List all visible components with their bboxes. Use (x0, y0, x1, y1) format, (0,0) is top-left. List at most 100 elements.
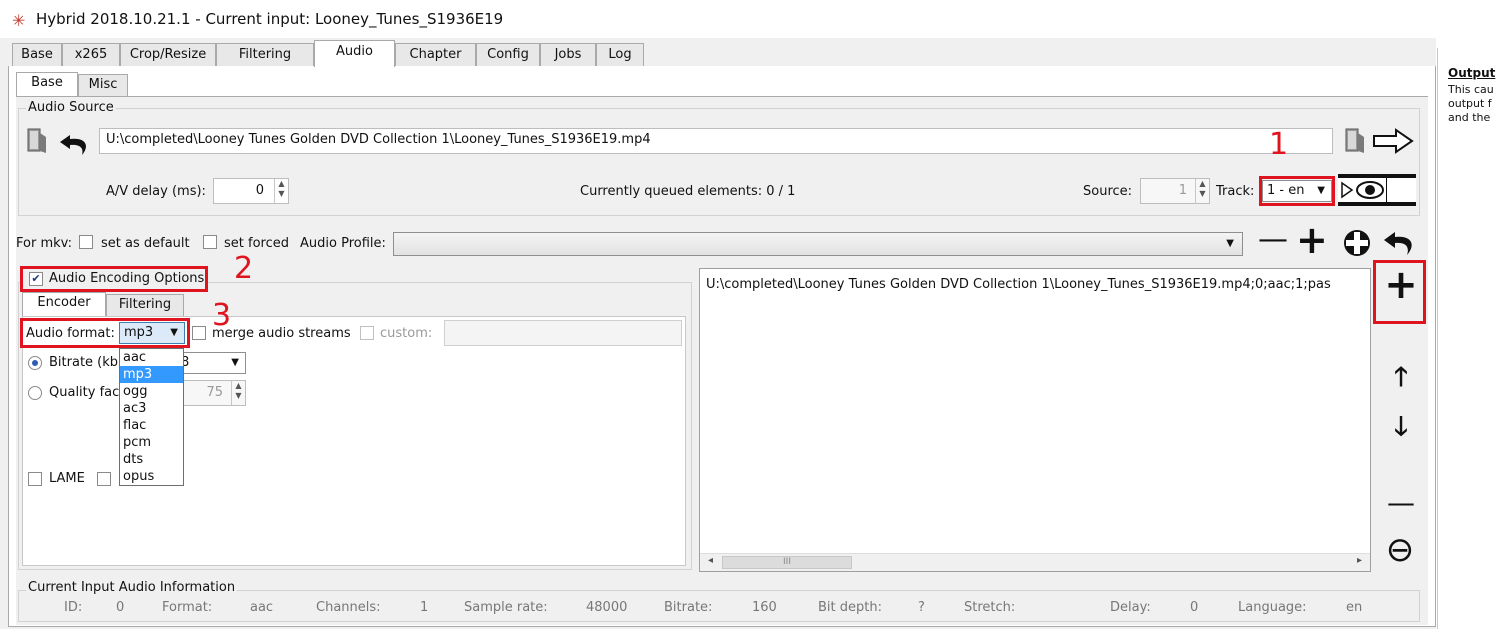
chevron-down-icon: ▼ (1226, 238, 1234, 249)
info-format-label: Format: (162, 600, 213, 615)
mkv-label: For mkv: (16, 236, 72, 251)
quality-radio[interactable] (28, 386, 42, 400)
queued-elements-text: Currently queued elements: 0 / 1 (580, 184, 796, 199)
info-channels-value: 1 (420, 600, 429, 615)
info-channels-label: Channels: (316, 600, 381, 615)
source-value: 1 (1178, 183, 1187, 198)
merge-streams-checkbox[interactable] (192, 326, 206, 340)
audio-profile-select[interactable]: ▼ (393, 232, 1243, 256)
help-line: This cau (1448, 83, 1494, 96)
extra-checkbox[interactable] (97, 472, 111, 486)
info-sample-rate-value: 48000 (586, 600, 628, 615)
help-title: Output (1448, 66, 1496, 80)
tab-jobs[interactable]: Jobs (540, 43, 596, 67)
info-bit-depth-value: ? (918, 600, 925, 615)
info-delay-value: 0 (1190, 600, 1199, 615)
set-default-checkbox[interactable] (79, 235, 93, 249)
annotation-number-1: 1 (1269, 127, 1289, 162)
lame-checkbox[interactable] (28, 472, 42, 486)
audio-profile-label: Audio Profile: (300, 236, 386, 251)
source-spin-arrows[interactable]: ▲ ▼ (1195, 179, 1209, 203)
bitrate-label: Bitrate (kbi (49, 355, 122, 370)
subtab-misc[interactable]: Misc (78, 74, 128, 96)
annotation-box-2 (20, 266, 208, 292)
custom-checkbox[interactable] (360, 326, 374, 340)
option-ac3[interactable]: ac3 (120, 400, 183, 417)
info-format-value: aac (250, 600, 274, 615)
app-logo-icon: ✳ (12, 11, 26, 30)
info-bitrate-label: Bitrate: (664, 600, 713, 615)
info-sample-rate-label: Sample rate: (464, 600, 548, 615)
clear-queue-button[interactable]: ⊖ (1382, 530, 1418, 570)
option-aac[interactable]: aac (120, 349, 183, 366)
add-profile-button[interactable]: + (1296, 218, 1328, 262)
annotation-box-3 (20, 318, 190, 348)
window-title: Hybrid 2018.10.21.1 - Current input: Loo… (36, 10, 504, 28)
custom-label: custom: (380, 326, 433, 341)
tab-base[interactable]: Base (12, 43, 62, 67)
arrow-right-icon[interactable] (1372, 127, 1416, 155)
info-language-value: en (1346, 600, 1363, 615)
source-path-field[interactable]: U:\completed\Looney Tunes Golden DVD Col… (99, 128, 1333, 154)
av-delay-spin-arrows[interactable]: ▲ ▼ (274, 179, 288, 203)
option-opus[interactable]: opus (120, 468, 183, 485)
set-forced-label: set forced (224, 236, 289, 251)
quality-spin-arrows[interactable]: ▲ ▼ (231, 381, 245, 405)
tab-log[interactable]: Log (596, 43, 644, 67)
undo-icon[interactable] (58, 129, 92, 157)
remove-from-queue-button[interactable]: — (1386, 486, 1416, 519)
help-line: and the (1448, 111, 1491, 124)
input-info-label: Current Input Audio Information (26, 580, 238, 595)
annotation-box-1 (1259, 176, 1335, 206)
option-pcm[interactable]: pcm (120, 434, 183, 451)
tab-filtering[interactable]: Filtering (216, 43, 314, 67)
audio-format-dropdown[interactable]: aac mp3 ogg ac3 flac pcm dts opus (119, 348, 184, 486)
tab-crop-resize[interactable]: Crop/Resize (120, 43, 216, 67)
tab-audio[interactable]: Audio (314, 40, 395, 67)
quality-value: 75 (206, 385, 223, 400)
undo-profile-icon[interactable] (1382, 226, 1418, 258)
source-label: Source: (1083, 184, 1133, 199)
remove-profile-button[interactable]: — (1258, 222, 1288, 257)
av-delay-label: A/V delay (ms): (106, 184, 206, 199)
track-label: Track: (1216, 184, 1255, 199)
tab-chapter[interactable]: Chapter (395, 43, 476, 67)
quality-spinbox[interactable]: 75 ▲ ▼ (180, 380, 246, 406)
move-down-button[interactable]: 🡓 (1388, 408, 1414, 452)
horizontal-scrollbar[interactable]: ◂ III ▸ (700, 553, 1370, 571)
help-line: output f (1448, 97, 1492, 110)
option-flac[interactable]: flac (120, 417, 183, 434)
set-forced-checkbox[interactable] (203, 235, 217, 249)
info-language-label: Language: (1238, 600, 1307, 615)
preview-audio-icon[interactable] (1338, 174, 1416, 206)
info-bitrate-value: 160 (752, 600, 777, 615)
set-default-label: set as default (101, 236, 190, 251)
queue-item[interactable]: U:\completed\Looney Tunes Golden DVD Col… (706, 277, 1331, 292)
scroll-right-icon[interactable]: ▸ (1357, 555, 1362, 566)
av-delay-value: 0 (255, 183, 264, 198)
lame-label: LAME (49, 471, 85, 486)
save-profile-icon[interactable] (1340, 226, 1374, 260)
custom-input[interactable] (444, 320, 682, 346)
move-up-button[interactable]: 🡑 (1388, 358, 1414, 402)
av-delay-spinbox[interactable]: 0 ▲ ▼ (213, 178, 289, 204)
annotation-box-4 (1373, 260, 1426, 324)
encoder-tab-filtering[interactable]: Filtering (106, 294, 184, 316)
source-spinbox[interactable]: 1 ▲ ▼ (1140, 178, 1210, 204)
subtab-base[interactable]: Base (16, 72, 78, 97)
title-bar: ✳ Hybrid 2018.10.21.1 - Current input: L… (0, 0, 1496, 38)
save-source-icon[interactable] (1344, 125, 1366, 155)
bitrate-radio[interactable] (28, 356, 42, 370)
scroll-left-icon[interactable]: ◂ (708, 555, 713, 566)
info-delay-label: Delay: (1110, 600, 1151, 615)
tab-x265[interactable]: x265 (62, 43, 120, 67)
option-dts[interactable]: dts (120, 451, 183, 468)
option-ogg[interactable]: ogg (120, 383, 183, 400)
tab-config[interactable]: Config (476, 43, 540, 67)
open-source-icon[interactable] (26, 125, 48, 155)
encoder-tab-encoder[interactable]: Encoder (22, 292, 106, 317)
option-mp3[interactable]: mp3 (120, 366, 183, 383)
scroll-thumb[interactable]: III (722, 556, 852, 569)
audio-queue-list[interactable]: U:\completed\Looney Tunes Golden DVD Col… (699, 268, 1371, 572)
info-id-value: 0 (116, 600, 125, 615)
